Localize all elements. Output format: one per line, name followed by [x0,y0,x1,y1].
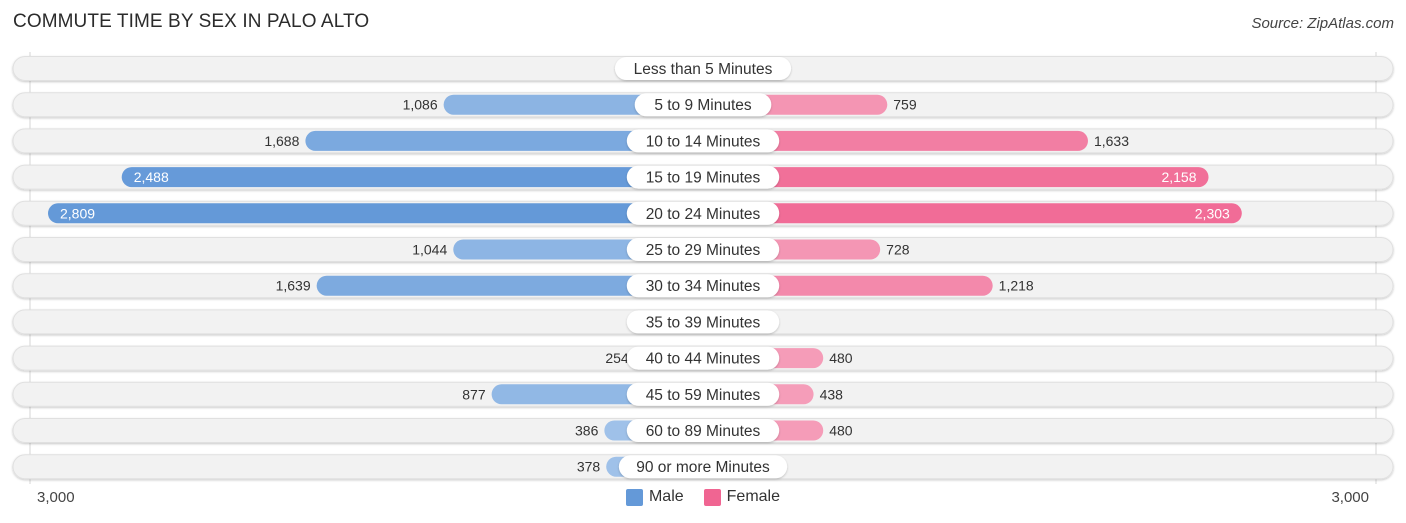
female-value-label: 2,158 [1161,169,1196,185]
female-value-label: 480 [829,423,853,439]
male-value-label: 1,688 [264,133,299,149]
female-value-label: 759 [893,97,917,113]
category-label: 45 to 59 Minutes [646,387,761,404]
category-label: 20 to 24 Minutes [646,206,761,223]
male-bar [48,203,713,224]
category-label: 90 or more Minutes [636,459,770,476]
category-label: 10 to 14 Minutes [646,133,761,150]
male-value-label: 2,488 [134,169,169,185]
male-value-label: 1,044 [412,242,447,258]
category-label: 15 to 19 Minutes [646,170,761,187]
female-value-label: 2,303 [1195,205,1230,221]
legend-item-male: Male [625,488,684,506]
female-value-label: 480 [829,350,853,366]
legend-male-label: Male [648,488,684,505]
male-value-label: 1,639 [276,278,311,294]
male-value-label: 378 [577,459,601,475]
butterfly-chart: 145169Less than 5 Minutes1,0867595 to 9 … [12,52,1394,484]
female-swatch-icon [703,488,721,506]
category-label: 35 to 39 Minutes [646,314,761,331]
male-value-label: 386 [575,423,599,439]
legend-item-female: Female [703,488,781,506]
category-label: 60 to 89 Minutes [646,423,761,440]
category-label: 30 to 34 Minutes [646,278,761,295]
category-label: 40 to 44 Minutes [646,351,761,368]
legend: Male Female [0,488,1406,506]
female-value-label: 1,218 [999,278,1034,294]
male-bar [121,167,714,188]
male-value-label: 254 [605,350,629,366]
category-label: 25 to 29 Minutes [646,242,761,259]
male-value-label: 1,086 [403,97,438,113]
female-value-label: 728 [886,242,910,258]
legend-female-label: Female [726,488,781,505]
female-value-label: 438 [820,386,844,402]
male-value-label: 877 [462,386,486,402]
male-value-label: 2,809 [60,205,95,221]
category-label: 5 to 9 Minutes [654,97,752,114]
male-swatch-icon [625,488,643,506]
category-label: Less than 5 Minutes [634,61,773,78]
female-value-label: 1,633 [1094,133,1129,149]
